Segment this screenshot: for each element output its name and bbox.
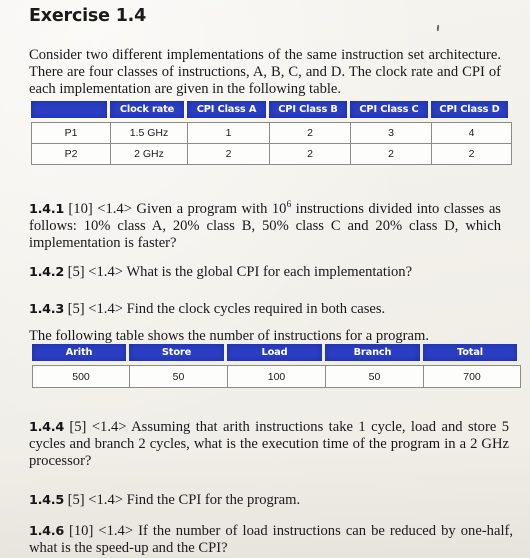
question-1-4-5-points: [5] (67, 491, 85, 508)
page-title: Exercise 1.4 (29, 6, 147, 26)
cell-load-count: 100 (228, 365, 326, 388)
table-row: 500 50 100 50 700 (32, 365, 521, 388)
question-1-4-2-points: [5] (67, 263, 85, 280)
question-1-4-2: 1.4.2 [5] <1.4> What is the global CPI f… (29, 264, 501, 281)
table-instructions-header-cell-arith: Arith (32, 344, 126, 361)
question-1-4-3-points: [5] (67, 300, 85, 317)
cell-p1-class-d: 4 (432, 122, 512, 144)
intro-paragraph: Consider two different implementations o… (29, 46, 501, 98)
question-1-4-3-text: Find the clock cycles required in both c… (126, 300, 386, 317)
table-instructions-header-cell-store: Store (129, 344, 224, 361)
cell-p2-class-b: 2 (270, 144, 351, 165)
table-cpi-header-row: Clock rate CPI Class A CPI Class B CPI C… (31, 101, 508, 118)
question-1-4-4-points: [5] (69, 418, 87, 435)
cell-p1-class-b: 2 (270, 122, 351, 144)
question-1-4-2-section: <1.4> (88, 263, 123, 280)
question-1-4-1-section: <1.4> (97, 200, 132, 217)
question-1-4-3-number: 1.4.3 (29, 301, 64, 317)
question-1-4-1-number: 1.4.1 (29, 201, 64, 217)
question-1-4-4-number: 1.4.4 (29, 419, 64, 435)
question-1-4-6-points: [10] (68, 522, 94, 539)
table-cpi-header-cell-class-c: CPI Class C (350, 101, 428, 118)
question-1-4-2-number: 1.4.2 (29, 264, 64, 280)
cell-p2-clock-rate: 2 GHz (111, 144, 188, 165)
table-cpi-header-cell-blank (31, 101, 107, 118)
cell-branch-count: 50 (326, 365, 424, 388)
question-1-4-1-text-before: Given a program with 10 (136, 200, 287, 217)
table-cpi-header-cell-clock-rate: Clock rate (110, 101, 184, 118)
question-1-4-5: 1.4.5 [5] <1.4> Find the CPI for the pro… (29, 492, 501, 509)
table-cpi-header-cell-class-d: CPI Class D (431, 101, 508, 118)
question-1-4-2-text: What is the global CPI for each implemen… (126, 263, 413, 280)
question-1-4-1-points: [10] (68, 200, 93, 217)
cell-store-count: 50 (130, 365, 228, 388)
question-1-4-5-number: 1.4.5 (29, 492, 64, 508)
document-page: Exercise 1.4 Consider two different impl… (0, 0, 530, 558)
cell-p2-class-c: 2 (351, 144, 432, 165)
table-instructions: 500 50 100 50 700 (32, 365, 521, 388)
table-row: P2 2 GHz 2 2 2 2 (31, 144, 512, 165)
cell-p2-name: P2 (31, 144, 111, 165)
cell-arith-count: 500 (32, 365, 130, 388)
cell-p1-clock-rate: 1.5 GHz (111, 122, 188, 144)
cell-p1-name: P1 (31, 122, 111, 144)
question-1-4-3: 1.4.3 [5] <1.4> Find the clock cycles re… (29, 301, 501, 318)
question-1-4-4: 1.4.4 [5] <1.4> Assuming that arith inst… (29, 419, 509, 471)
table-row: P1 1.5 GHz 1 2 3 4 (31, 122, 512, 144)
question-1-4-6-number: 1.4.6 (29, 523, 64, 539)
cell-p2-class-d: 2 (432, 144, 512, 165)
table-cpi-header-cell-class-b: CPI Class B (269, 101, 347, 118)
question-1-4-4-section: <1.4> (91, 418, 127, 435)
question-1-4-5-section: <1.4> (88, 491, 123, 508)
table-cpi: P1 1.5 GHz 1 2 3 4 P2 2 GHz 2 2 2 2 (31, 122, 512, 165)
question-1-4-1: 1.4.1 [10] <1.4> Given a program with 10… (29, 199, 501, 253)
table-instructions-header-cell-branch: Branch (325, 344, 420, 361)
scan-ink-mark (436, 24, 440, 32)
table-instructions-header-cell-total: Total (423, 344, 517, 361)
table-instructions-header-cell-load: Load (227, 344, 322, 361)
question-1-4-6-section: <1.4> (98, 522, 134, 539)
question-1-4-5-text: Find the CPI for the program. (126, 491, 301, 508)
cell-p1-class-a: 1 (188, 122, 270, 144)
question-1-4-3-section: <1.4> (88, 300, 123, 317)
table-cpi-header-cell-class-a: CPI Class A (187, 101, 266, 118)
cell-total-count: 700 (424, 365, 521, 388)
table-instructions-header-row: Arith Store Load Branch Total (32, 344, 517, 361)
cell-p1-class-c: 3 (351, 122, 432, 144)
table-instructions-caption: The following table shows the number of … (29, 327, 430, 344)
cell-p2-class-a: 2 (188, 144, 270, 165)
question-1-4-6: 1.4.6 [10] <1.4> If the number of load i… (29, 523, 513, 558)
